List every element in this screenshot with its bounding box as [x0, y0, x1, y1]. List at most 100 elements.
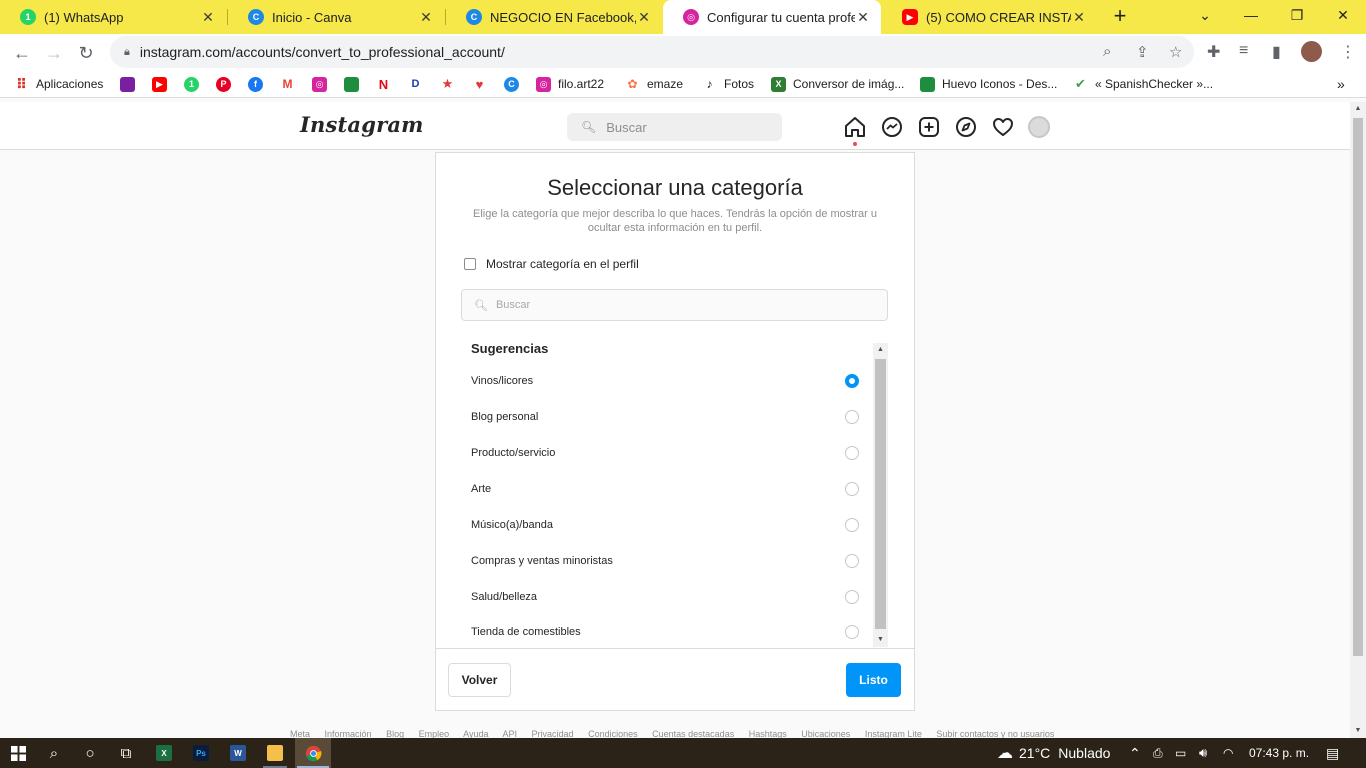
scroll-down-arrow-icon[interactable]: ▼	[873, 633, 888, 647]
bookmark-item[interactable]: ◎	[312, 75, 334, 93]
zoom-icon[interactable]: ⌕	[1103, 43, 1111, 60]
new-tab-button[interactable]: +	[1108, 5, 1132, 29]
category-search-input[interactable]: 🔍︎ Buscar	[461, 289, 888, 321]
messenger-icon[interactable]	[880, 115, 904, 139]
minimize-button[interactable]: —	[1228, 0, 1274, 30]
photoshop-icon[interactable]: Ps	[183, 742, 219, 764]
volume-icon[interactable]: 🔊︎	[1199, 744, 1207, 762]
radio-button[interactable]	[845, 446, 859, 460]
done-button[interactable]: Listo	[846, 663, 901, 697]
bookmark-spanishchecker[interactable]: ✔ « SpanishChecker »...	[1073, 75, 1213, 93]
close-icon[interactable]: ✕	[418, 9, 434, 26]
file-explorer-icon[interactable]	[257, 742, 293, 764]
usb-icon[interactable]: ⎙	[1153, 744, 1163, 762]
close-window-button[interactable]: ✕	[1320, 0, 1366, 30]
footer-link[interactable]: Hashtags	[749, 729, 787, 738]
footer-link[interactable]: Ayuda	[463, 729, 488, 738]
category-option-tienda-comestibles[interactable]: Tienda de comestibles	[471, 614, 861, 648]
windows-start-icon[interactable]	[0, 742, 36, 764]
radio-button[interactable]	[845, 625, 859, 639]
radio-button[interactable]	[845, 410, 859, 424]
page-scrollbar[interactable]: ▲ ▼	[1350, 102, 1366, 738]
footer-link[interactable]: Empleo	[419, 729, 450, 738]
bookmark-item[interactable]: 1	[184, 75, 206, 93]
radio-button[interactable]	[845, 518, 859, 532]
address-bar[interactable]: 🔒︎ instagram.com/accounts/convert_to_pro…	[110, 36, 1194, 68]
forward-button[interactable]: →	[41, 40, 67, 66]
bookmark-item[interactable]: ★	[440, 75, 462, 93]
scroll-up-arrow-icon[interactable]: ▲	[873, 343, 888, 357]
menu-icon[interactable]: ⋮	[1340, 42, 1356, 62]
back-button[interactable]: Volver	[448, 663, 511, 697]
bookmark-filo-art22[interactable]: ◎ filo.art22	[536, 75, 604, 93]
tab-search-chevron-icon[interactable]: ⌄	[1182, 0, 1228, 30]
chrome-icon[interactable]	[295, 742, 331, 764]
category-option-salud-belleza[interactable]: Salud/belleza	[471, 579, 861, 615]
bookmark-item[interactable]: ♥	[472, 75, 494, 93]
category-option-compras-ventas[interactable]: Compras y ventas minoristas	[471, 543, 861, 579]
category-option-blog-personal[interactable]: Blog personal	[471, 399, 861, 435]
bookmark-item[interactable]: f	[248, 75, 270, 93]
new-post-icon[interactable]	[917, 115, 941, 139]
list-scrollbar[interactable]: ▲ ▼	[873, 343, 888, 647]
instagram-search-input[interactable]: 🔍︎ Buscar	[567, 113, 782, 141]
notifications-icon[interactable]: ▤	[1326, 744, 1339, 762]
weather-widget[interactable]: ☁ 21°C Nublado	[997, 744, 1110, 762]
more-bookmarks-icon[interactable]: »	[1337, 75, 1345, 93]
bookmark-conversor[interactable]: X Conversor de imág...	[771, 75, 904, 93]
close-icon[interactable]: ✕	[855, 9, 871, 26]
home-icon[interactable]	[843, 115, 867, 139]
radio-selected[interactable]	[845, 374, 859, 388]
show-category-checkbox-row[interactable]: Mostrar categoría en el perfil	[464, 257, 639, 271]
scrollbar-thumb[interactable]	[875, 359, 886, 629]
category-option-musico-banda[interactable]: Músico(a)/banda	[471, 507, 861, 543]
instagram-logo[interactable]: Instagram	[300, 112, 424, 137]
scroll-down-arrow-icon[interactable]: ▼	[1350, 724, 1366, 738]
bookmark-item[interactable]: M	[280, 75, 302, 93]
bookmark-huevo-iconos[interactable]: Huevo Iconos - Des...	[920, 75, 1057, 93]
bookmark-fotos[interactable]: ♪ Fotos	[702, 75, 754, 93]
battery-icon[interactable]: ▭	[1175, 744, 1186, 762]
footer-link[interactable]: Ubicaciones	[801, 729, 850, 738]
show-category-checkbox[interactable]	[464, 258, 476, 270]
bookmark-item[interactable]: D	[408, 75, 430, 93]
tab-negocio[interactable]: C NEGOCIO EN Facebook, insta ✕	[446, 0, 662, 34]
radio-button[interactable]	[845, 554, 859, 568]
bookmark-star-icon[interactable]: ☆	[1169, 43, 1182, 61]
heart-icon[interactable]	[991, 115, 1015, 139]
explore-icon[interactable]	[954, 115, 978, 139]
scrollbar-thumb[interactable]	[1353, 118, 1363, 656]
reload-button[interactable]: ↻	[73, 40, 99, 66]
profile-avatar[interactable]	[1028, 116, 1050, 138]
category-option-arte[interactable]: Arte	[471, 471, 861, 507]
footer-link[interactable]: Blog	[386, 729, 404, 738]
footer-link[interactable]: Meta	[290, 729, 310, 738]
tab-whatsapp[interactable]: 1 (1) WhatsApp ✕	[0, 0, 226, 34]
footer-link[interactable]: API	[503, 729, 518, 738]
bookmark-item[interactable]: ▶	[152, 75, 174, 93]
bookmark-item[interactable]: N	[376, 75, 398, 93]
footer-link[interactable]: Subir contactos y no usuarios	[936, 729, 1054, 738]
footer-link[interactable]: Cuentas destacadas	[652, 729, 734, 738]
bookmark-aplicaciones[interactable]: ⠿ Aplicaciones	[14, 75, 103, 93]
category-option-vinos[interactable]: Vinos/licores	[471, 363, 861, 399]
extensions-icon[interactable]: ✚	[1207, 42, 1220, 62]
word-icon[interactable]: W	[220, 742, 256, 764]
scroll-up-arrow-icon[interactable]: ▲	[1350, 102, 1366, 116]
media-control-icon[interactable]: ≡	[1239, 42, 1248, 60]
clock[interactable]: 07:43 p. m.	[1249, 744, 1309, 762]
radio-button[interactable]	[845, 482, 859, 496]
close-icon[interactable]: ✕	[1071, 9, 1087, 26]
footer-link[interactable]: Información	[325, 729, 372, 738]
close-icon[interactable]: ✕	[200, 9, 216, 26]
restore-button[interactable]: ❐	[1274, 0, 1320, 30]
share-icon[interactable]: ⇪	[1136, 43, 1149, 61]
tab-youtube[interactable]: ▶ (5) COMO CREAR INSTAGRA ✕	[882, 0, 1097, 34]
lock-icon[interactable]: 🔒︎	[124, 46, 130, 59]
footer-link[interactable]: Condiciones	[588, 729, 638, 738]
close-icon[interactable]: ✕	[636, 9, 652, 26]
side-panel-icon[interactable]: ▮	[1272, 42, 1281, 62]
bookmark-item[interactable]	[344, 75, 366, 93]
footer-link[interactable]: Privacidad	[532, 729, 574, 738]
tab-canva[interactable]: C Inicio - Canva ✕	[228, 0, 444, 34]
